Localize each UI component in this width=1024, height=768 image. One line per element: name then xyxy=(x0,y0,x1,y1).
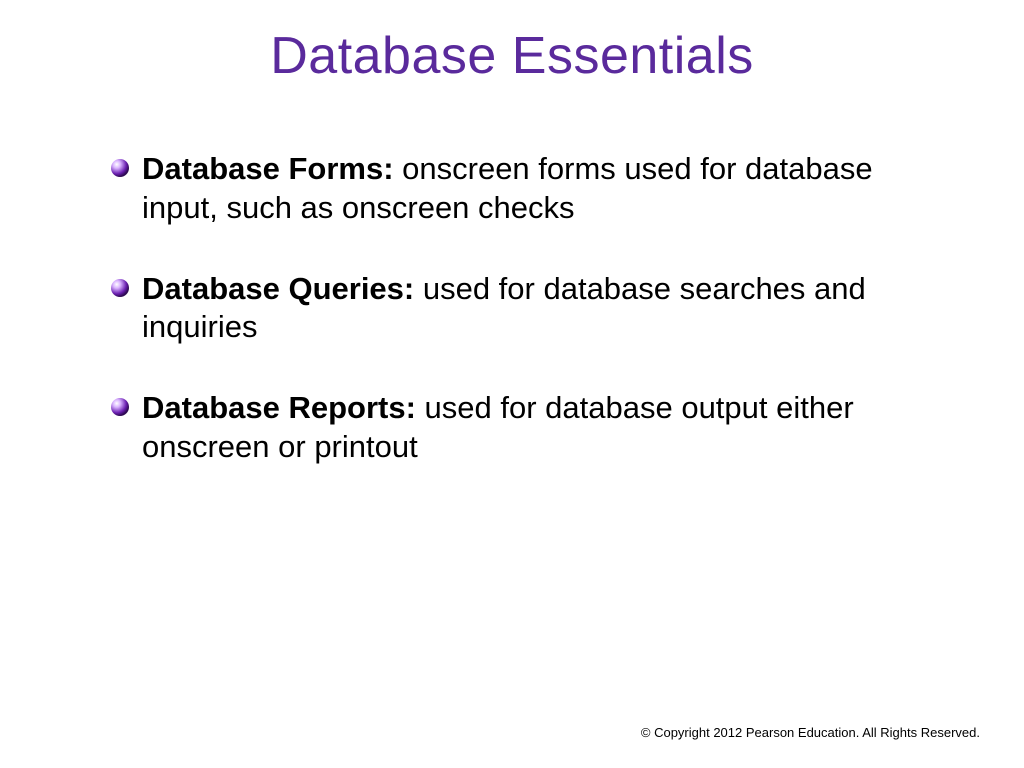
list-item: Database Queries: used for database sear… xyxy=(110,270,930,348)
bullet-term: Database Reports: xyxy=(142,390,416,425)
list-item: Database Reports: used for database outp… xyxy=(110,389,930,467)
slide: Database Essentials Data xyxy=(0,0,1024,768)
bullet-text: Database Reports: used for database outp… xyxy=(142,389,930,467)
bullet-list: Database Forms: onscreen forms used for … xyxy=(110,150,930,509)
copyright-text: © Copyright 2012 Pearson Education. All … xyxy=(641,725,980,740)
bullet-text: Database Queries: used for database sear… xyxy=(142,270,930,348)
slide-title: Database Essentials xyxy=(0,26,1024,86)
sphere-bullet-icon xyxy=(110,397,130,417)
bullet-term: Database Forms: xyxy=(142,151,394,186)
bullet-text: Database Forms: onscreen forms used for … xyxy=(142,150,930,228)
list-item: Database Forms: onscreen forms used for … xyxy=(110,150,930,228)
bullet-term: Database Queries: xyxy=(142,271,414,306)
sphere-bullet-icon xyxy=(110,278,130,298)
sphere-bullet-icon xyxy=(110,158,130,178)
